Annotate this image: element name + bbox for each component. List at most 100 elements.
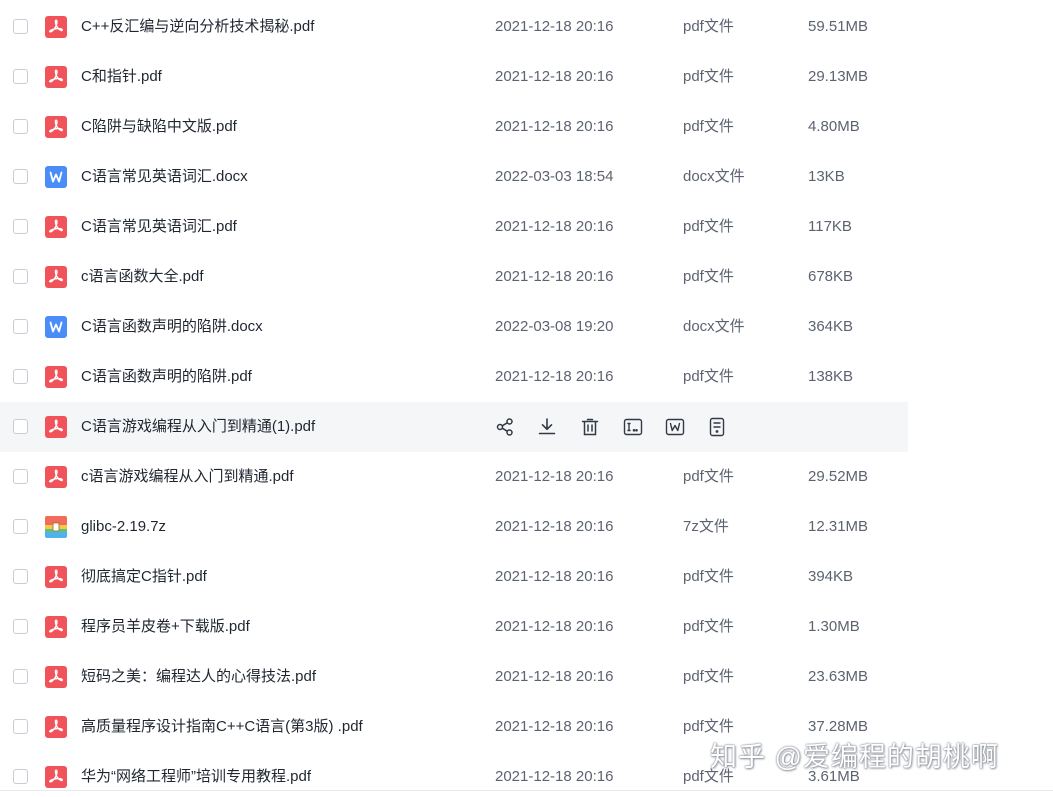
file-name[interactable]: c语言函数大全.pdf — [81, 252, 204, 302]
file-size: 138KB — [808, 368, 854, 385]
file-date: 2021-12-18 20:16 — [495, 218, 614, 235]
file-date: 2021-12-18 20:16 — [495, 568, 614, 585]
rename-icon[interactable] — [622, 416, 644, 438]
file-type: pdf文件 — [683, 618, 734, 635]
file-size: 23.63MB — [808, 668, 869, 685]
file-size: 678KB — [808, 268, 854, 285]
file-size: 117KB — [808, 218, 852, 235]
share-icon[interactable] — [494, 416, 516, 438]
file-name[interactable]: glibc-2.19.7z — [81, 502, 166, 552]
file-row[interactable]: C语言常见英语词汇.docx 2022-03-03 18:54 docx文件 13KB — [0, 152, 908, 202]
file-name[interactable]: 彻底搞定C指针.pdf — [81, 552, 207, 602]
row-checkbox[interactable] — [13, 769, 28, 784]
file-name[interactable]: C语言函数声明的陷阱.pdf — [81, 352, 252, 402]
file-name[interactable]: 程序员羊皮卷+下载版.pdf — [81, 602, 250, 652]
download-icon[interactable] — [536, 416, 558, 438]
file-row[interactable]: C语言函数声明的陷阱.docx 2022-03-08 19:20 docx文件 364… — [0, 302, 908, 352]
file-date: 2021-12-18 20:16 — [495, 668, 614, 685]
file-name[interactable]: 短码之美：编程达人的心得技法.pdf — [81, 652, 316, 702]
file-date: 2021-12-18 20:16 — [495, 118, 614, 135]
row-checkbox[interactable] — [13, 569, 28, 584]
file-name[interactable]: C++反汇编与逆向分析技术揭秘.pdf — [81, 2, 314, 52]
file-type: pdf文件 — [683, 118, 734, 135]
file-type: pdf文件 — [683, 568, 734, 585]
file-name[interactable]: C陷阱与缺陷中文版.pdf — [81, 102, 237, 152]
word-icon — [45, 166, 67, 188]
row-checkbox[interactable] — [13, 119, 28, 134]
watermark: 知乎 @爱编程的胡桃啊 — [710, 742, 999, 772]
more-icon[interactable] — [706, 416, 728, 438]
file-row[interactable]: C语言函数声明的陷阱.pdf 2021-12-18 20:16 pdf文件 138KB — [0, 352, 908, 402]
pdf-icon — [45, 566, 67, 588]
file-type: docx文件 — [683, 318, 745, 335]
file-date: 2021-12-18 20:16 — [495, 268, 614, 285]
row-checkbox[interactable] — [13, 269, 28, 284]
file-name[interactable]: 高质量程序设计指南C++C语言(第3版) .pdf — [81, 702, 363, 752]
row-checkbox[interactable] — [13, 469, 28, 484]
row-checkbox[interactable] — [13, 169, 28, 184]
file-date: 2021-12-18 20:16 — [495, 618, 614, 635]
pdf-icon — [45, 66, 67, 88]
file-row[interactable]: C++反汇编与逆向分析技术揭秘.pdf 2021-12-18 20:16 pdf文件… — [0, 2, 908, 52]
file-date: 2021-12-18 20:16 — [495, 718, 614, 735]
file-size: 364KB — [808, 318, 854, 335]
file-type: pdf文件 — [683, 18, 734, 35]
pdf-icon — [45, 616, 67, 638]
file-type: pdf文件 — [683, 68, 734, 85]
pdf-icon — [45, 666, 67, 688]
file-row[interactable]: C语言常见英语词汇.pdf 2021-12-18 20:16 pdf文件 117KB — [0, 202, 908, 252]
pdf-icon — [45, 116, 67, 138]
row-checkbox[interactable] — [13, 419, 28, 434]
row-checkbox[interactable] — [13, 369, 28, 384]
pdf-icon — [45, 16, 67, 38]
pdf-icon — [45, 366, 67, 388]
file-row[interactable]: 彻底搞定C指针.pdf 2021-12-18 20:16 pdf文件 394KB — [0, 552, 908, 602]
pdf-icon — [45, 266, 67, 288]
pdf-icon — [45, 416, 67, 438]
file-row[interactable]: c语言函数大全.pdf 2021-12-18 20:16 pdf文件 678KB — [0, 252, 908, 302]
row-checkbox[interactable] — [13, 519, 28, 534]
divider — [0, 790, 1053, 791]
file-type: pdf文件 — [683, 668, 734, 685]
file-row[interactable]: C语言游戏编程从入门到精通(1).pdf — [0, 402, 908, 452]
file-type: pdf文件 — [683, 468, 734, 485]
file-row[interactable]: C陷阱与缺陷中文版.pdf 2021-12-18 20:16 pdf文件 4.80MB — [0, 102, 908, 152]
file-type: pdf文件 — [683, 368, 734, 385]
row-checkbox[interactable] — [13, 719, 28, 734]
row-checkbox[interactable] — [13, 319, 28, 334]
pdf-icon — [45, 766, 67, 788]
file-name[interactable]: C语言游戏编程从入门到精通(1).pdf — [81, 402, 315, 452]
pdf-icon — [45, 216, 67, 238]
file-date: 2021-12-18 20:16 — [495, 368, 614, 385]
file-size: 4.80MB — [808, 118, 860, 135]
file-date: 2022-03-08 19:20 — [495, 318, 614, 335]
row-checkbox[interactable] — [13, 669, 28, 684]
file-date: 2021-12-18 20:16 — [495, 468, 614, 485]
file-name[interactable]: C语言常见英语词汇.pdf — [81, 202, 237, 252]
file-row[interactable]: 程序员羊皮卷+下载版.pdf 2021-12-18 20:16 pdf文件 1.30M… — [0, 602, 908, 652]
file-name[interactable]: C语言函数声明的陷阱.docx — [81, 302, 263, 352]
file-name[interactable]: C语言常见英语词汇.docx — [81, 152, 248, 202]
file-size: 59.51MB — [808, 18, 869, 35]
file-date: 2021-12-18 20:16 — [495, 18, 614, 35]
file-size: 12.31MB — [808, 518, 869, 535]
row-checkbox[interactable] — [13, 69, 28, 84]
file-name[interactable]: c语言游戏编程从入门到精通.pdf — [81, 452, 294, 502]
file-size: 29.52MB — [808, 468, 869, 485]
file-row[interactable]: glibc-2.19.7z 2021-12-18 20:16 7z文件 12.31MB — [0, 502, 908, 552]
pdf-icon — [45, 716, 67, 738]
row-checkbox[interactable] — [13, 219, 28, 234]
file-name[interactable]: C和指针.pdf — [81, 52, 162, 102]
word-icon — [45, 316, 67, 338]
file-row[interactable]: 短码之美：编程达人的心得技法.pdf 2021-12-18 20:16 pdf文件 2… — [0, 652, 908, 702]
delete-icon[interactable] — [579, 416, 601, 438]
row-checkbox[interactable] — [13, 619, 28, 634]
file-row[interactable]: C和指针.pdf 2021-12-18 20:16 pdf文件 29.13MB — [0, 52, 908, 102]
file-row[interactable]: c语言游戏编程从入门到精通.pdf 2021-12-18 20:16 pdf文件 29… — [0, 452, 908, 502]
word-convert-icon[interactable] — [664, 416, 686, 438]
row-checkbox[interactable] — [13, 19, 28, 34]
file-list: C++反汇编与逆向分析技术揭秘.pdf 2021-12-18 20:16 pdf文件… — [0, 0, 1053, 797]
file-size: 1.30MB — [808, 618, 860, 635]
file-size: 13KB — [808, 168, 845, 185]
archive-icon — [45, 516, 67, 538]
